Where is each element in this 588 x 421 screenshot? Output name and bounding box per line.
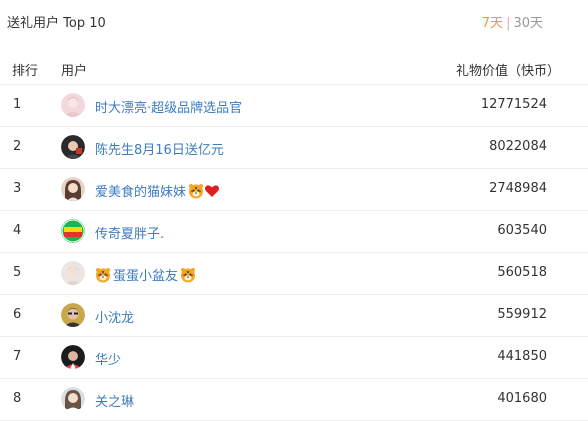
table-row: 6 小沈龙 559912 (0, 295, 588, 337)
time-range-switch: 7天 | 30天 (482, 12, 543, 31)
avatar[interactable] (61, 135, 85, 159)
gift-value: 559912 (497, 307, 547, 322)
avatar[interactable] (61, 345, 85, 369)
user-name-link[interactable]: 蛋蛋小盆友 (95, 265, 196, 284)
tiger-face-icon (180, 267, 196, 283)
user-name-text: 蛋蛋小盆友 (113, 269, 179, 284)
avatar[interactable] (61, 261, 85, 285)
red-heart-icon (204, 183, 220, 199)
user-name-text: 华少 (95, 353, 122, 368)
user-name-link[interactable]: 关之琳 (95, 391, 134, 410)
gift-value: 12771524 (480, 97, 547, 112)
range-30-days-tab[interactable]: 30天 (513, 16, 543, 31)
column-header-gift-value: 礼物价值（快币） (455, 64, 560, 79)
rank-number: 4 (13, 223, 22, 238)
tiger-face-icon (95, 267, 111, 283)
avatar[interactable] (61, 387, 85, 411)
rank-number: 1 (13, 97, 22, 112)
user-name-text: 陈先生8月16日送亿元 (95, 143, 224, 158)
avatar[interactable] (61, 303, 85, 327)
avatar[interactable] (61, 219, 85, 243)
user-name-text: 关之琳 (95, 395, 135, 410)
user-name-text: 时大漂亮·超级品牌选品官 (95, 101, 243, 116)
user-name-text: 爱美食的猫妹妹 (95, 185, 187, 200)
gift-value: 2748984 (489, 181, 547, 196)
gift-value: 401680 (497, 391, 547, 406)
rank-number: 5 (13, 265, 22, 280)
user-name-link[interactable]: 陈先生8月16日送亿元 (95, 139, 224, 158)
gift-value: 560518 (497, 265, 547, 280)
user-name-link[interactable]: 时大漂亮·超级品牌选品官 (95, 97, 242, 116)
table-row: 1 时大漂亮·超级品牌选品官 12771524 (0, 85, 588, 127)
panel-title: 送礼用户 Top 10 (7, 16, 106, 31)
table-row: 4 传奇夏胖子. 603540 (0, 211, 588, 253)
rank-number: 3 (13, 181, 22, 196)
table-row: 2 陈先生8月16日送亿元 8022084 (0, 127, 588, 169)
table-header: 排行 用户 礼物价值（快币） (0, 48, 588, 85)
rank-number: 7 (13, 349, 22, 364)
table-row: 3 爱美食的猫妹妹 2748984 (0, 169, 588, 211)
range-7-days-tab[interactable]: 7天 (482, 16, 503, 31)
user-name-text: 小沈龙 (95, 311, 135, 326)
gift-value: 441850 (497, 349, 547, 364)
tiger-face-icon (188, 183, 204, 199)
column-header-user: 用户 (61, 64, 88, 79)
range-separator: | (506, 16, 511, 31)
user-name-link[interactable]: 华少 (95, 349, 121, 368)
table-row: 7 华少 441850 (0, 337, 588, 379)
column-header-rank: 排行 (12, 64, 39, 79)
user-name-text: 传奇夏胖子. (95, 227, 165, 242)
gift-value: 603540 (497, 223, 547, 238)
table-row: 8 关之琳 401680 (0, 379, 588, 421)
user-name-link[interactable]: 爱美食的猫妹妹 (95, 181, 220, 200)
table-row: 5 蛋蛋小盆友 560518 (0, 253, 588, 295)
rank-number: 6 (13, 307, 22, 322)
ranking-table-body: 1 时大漂亮·超级品牌选品官 12771524 2 陈先生8月16日送亿元 80… (0, 85, 588, 421)
rank-number: 8 (13, 391, 22, 406)
user-name-link[interactable]: 传奇夏胖子. (95, 223, 164, 242)
rank-number: 2 (13, 139, 22, 154)
panel-header: 送礼用户 Top 10 7天 | 30天 (0, 0, 588, 42)
gift-value: 8022084 (489, 139, 547, 154)
user-name-link[interactable]: 小沈龙 (95, 307, 134, 326)
avatar[interactable] (61, 177, 85, 201)
avatar[interactable] (61, 93, 85, 117)
